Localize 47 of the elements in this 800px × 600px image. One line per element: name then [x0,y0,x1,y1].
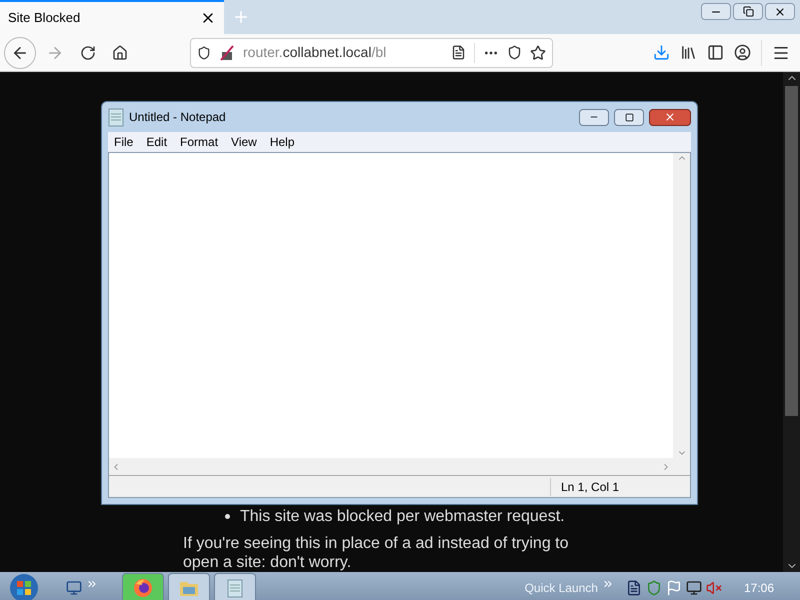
folder-icon [179,579,199,597]
restore-button[interactable] [733,3,763,20]
bullet-text: This site was blocked per webmaster request. [240,507,565,526]
library-icon[interactable] [680,44,697,61]
window-title: Untitled - Notepad [129,109,227,126]
close-button[interactable] [649,108,691,126]
cursor-position: Ln 1, Col 1 [550,478,690,496]
menu-item[interactable]: Format [180,133,218,151]
notepad-icon [227,578,243,598]
taskbar-button[interactable] [214,573,256,600]
menu-item[interactable]: Edit [146,133,168,151]
menu-item[interactable]: View [231,133,257,151]
close-icon [774,6,786,18]
maximize-button[interactable] [614,108,644,126]
document-icon[interactable] [626,580,642,596]
horizontal-scrollbar[interactable] [109,458,673,475]
sidebar-icon[interactable] [707,44,724,61]
download-icon[interactable] [653,44,670,61]
reader-view-icon[interactable] [451,45,466,60]
menu-item[interactable]: Help [270,133,295,151]
address-bar[interactable]: router.collabnet.local/bl [190,38,553,68]
paragraph: If you're seeing this in place of a ad instead of trying to open a site: don't worry. [183,534,570,572]
maximize-icon [624,112,634,122]
page-scrollbar[interactable] [783,72,800,572]
star-icon[interactable] [530,44,546,60]
firefox-icon [133,578,153,598]
menu-item[interactable]: File [114,133,134,151]
insecure-lock-icon[interactable] [219,44,235,60]
minimize-button[interactable] [579,108,609,126]
url-text: router.collabnet.local/bl [243,43,388,62]
close-icon [664,111,676,123]
browser-tab[interactable]: Site Blocked [0,0,224,34]
home-icon[interactable] [112,44,128,60]
account-icon[interactable] [734,44,751,61]
back-button[interactable] [4,36,36,68]
network-icon[interactable] [686,580,702,596]
reload-icon[interactable] [80,44,96,60]
chevron-icon[interactable] [602,578,614,590]
restore-icon [742,6,754,17]
scrollbar-thumb[interactable] [785,86,798,416]
notepad-icon [108,107,124,127]
taskbar-button[interactable] [122,573,164,600]
chevron-icon[interactable] [86,578,98,590]
close-button[interactable] [765,3,795,20]
shield-icon[interactable] [197,46,211,60]
show-desktop-icon[interactable] [66,580,82,596]
taskbar-button[interactable] [168,573,210,600]
